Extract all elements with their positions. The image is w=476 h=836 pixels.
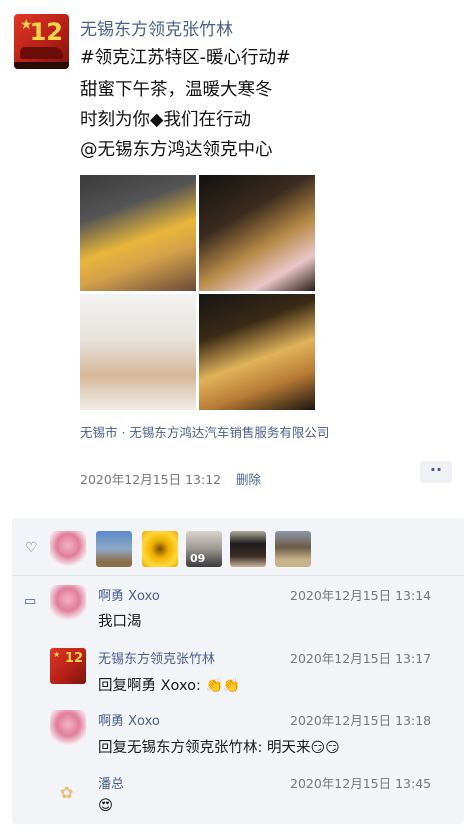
comment-time: 2020年12月15日 13:45 <box>290 776 432 791</box>
comment-text[interactable]: 😍 <box>98 798 113 814</box>
comment-author[interactable]: 潘总 <box>98 773 124 792</box>
post-author-name[interactable]: 无锡东方领克张竹林 <box>80 15 233 40</box>
delete-link[interactable]: 删除 <box>236 469 261 488</box>
like-avatar[interactable] <box>142 531 178 567</box>
comment-text[interactable]: 回复啊勇 Xoxo: 👏👏 <box>98 674 240 695</box>
post-photo[interactable] <box>80 175 196 291</box>
more-options-button[interactable]: ·· <box>420 461 452 483</box>
post-text-line: 时刻为你◆我们在行动 <box>80 110 251 130</box>
avatar-strip <box>14 62 69 69</box>
post-time: 2020年12月15日 13:12 <box>80 472 222 487</box>
like-avatar[interactable] <box>50 531 86 567</box>
post-photo[interactable] <box>199 175 315 291</box>
avatar-number: 12 <box>29 18 63 46</box>
like-avatar[interactable] <box>96 531 132 567</box>
like-avatar[interactable] <box>230 531 266 567</box>
avatar-overlay-text: 09 <box>190 552 206 565</box>
post-photo[interactable] <box>199 294 315 410</box>
comment-text[interactable]: 回复无锡东方领克张竹林: 明天来😏😏 <box>98 736 340 757</box>
star-icon: ★ <box>53 650 61 659</box>
post-location[interactable]: 无锡市 · 无锡东方鸿达汽车销售服务有限公司 <box>80 422 329 441</box>
post-hashtag-line[interactable]: #领克江苏特区-暖心行动# <box>80 45 291 71</box>
commenter-avatar[interactable] <box>50 710 86 746</box>
comment-icon: ▭ <box>24 594 37 609</box>
comment-author[interactable]: 无锡东方领克张竹林 <box>98 648 215 667</box>
post-mention-line[interactable]: @无锡东方鸿达领克中心 <box>80 137 273 163</box>
heart-icon: ♡ <box>25 540 38 556</box>
clap-emoji: 👏👏 <box>205 678 241 694</box>
comment-time: 2020年12月15日 13:14 <box>290 588 432 603</box>
commenter-avatar[interactable] <box>50 585 86 621</box>
author-avatar[interactable]: ★ 12 <box>14 14 69 69</box>
post-text-line: 甜蜜下午茶，温暖大寒冬 <box>80 80 273 100</box>
smirk-emoji: 😏😏 <box>310 740 340 756</box>
comment-author[interactable]: 啊勇 Xoxo <box>98 585 160 604</box>
comment-text-body: 回复无锡东方领克张竹林: 明天来 <box>98 740 311 756</box>
comment-time: 2020年12月15日 13:17 <box>290 651 432 666</box>
car-graphic <box>20 47 63 59</box>
comment-author[interactable]: 啊勇 Xoxo <box>98 710 160 729</box>
flower-icon: ✿ <box>60 783 74 802</box>
like-avatar[interactable] <box>275 531 311 567</box>
post-photo[interactable] <box>80 294 196 410</box>
comment-text-body: 回复啊勇 Xoxo: <box>98 678 206 694</box>
commenter-avatar[interactable]: ★ 12 <box>50 648 86 684</box>
comment-text[interactable]: 我口渴 <box>98 610 142 631</box>
commenter-avatar[interactable]: ✿ <box>50 773 86 809</box>
avatar-number: 12 <box>64 651 83 666</box>
comment-time: 2020年12月15日 13:18 <box>290 713 432 728</box>
likes-divider <box>12 575 464 576</box>
like-avatar[interactable]: 09 <box>186 531 222 567</box>
